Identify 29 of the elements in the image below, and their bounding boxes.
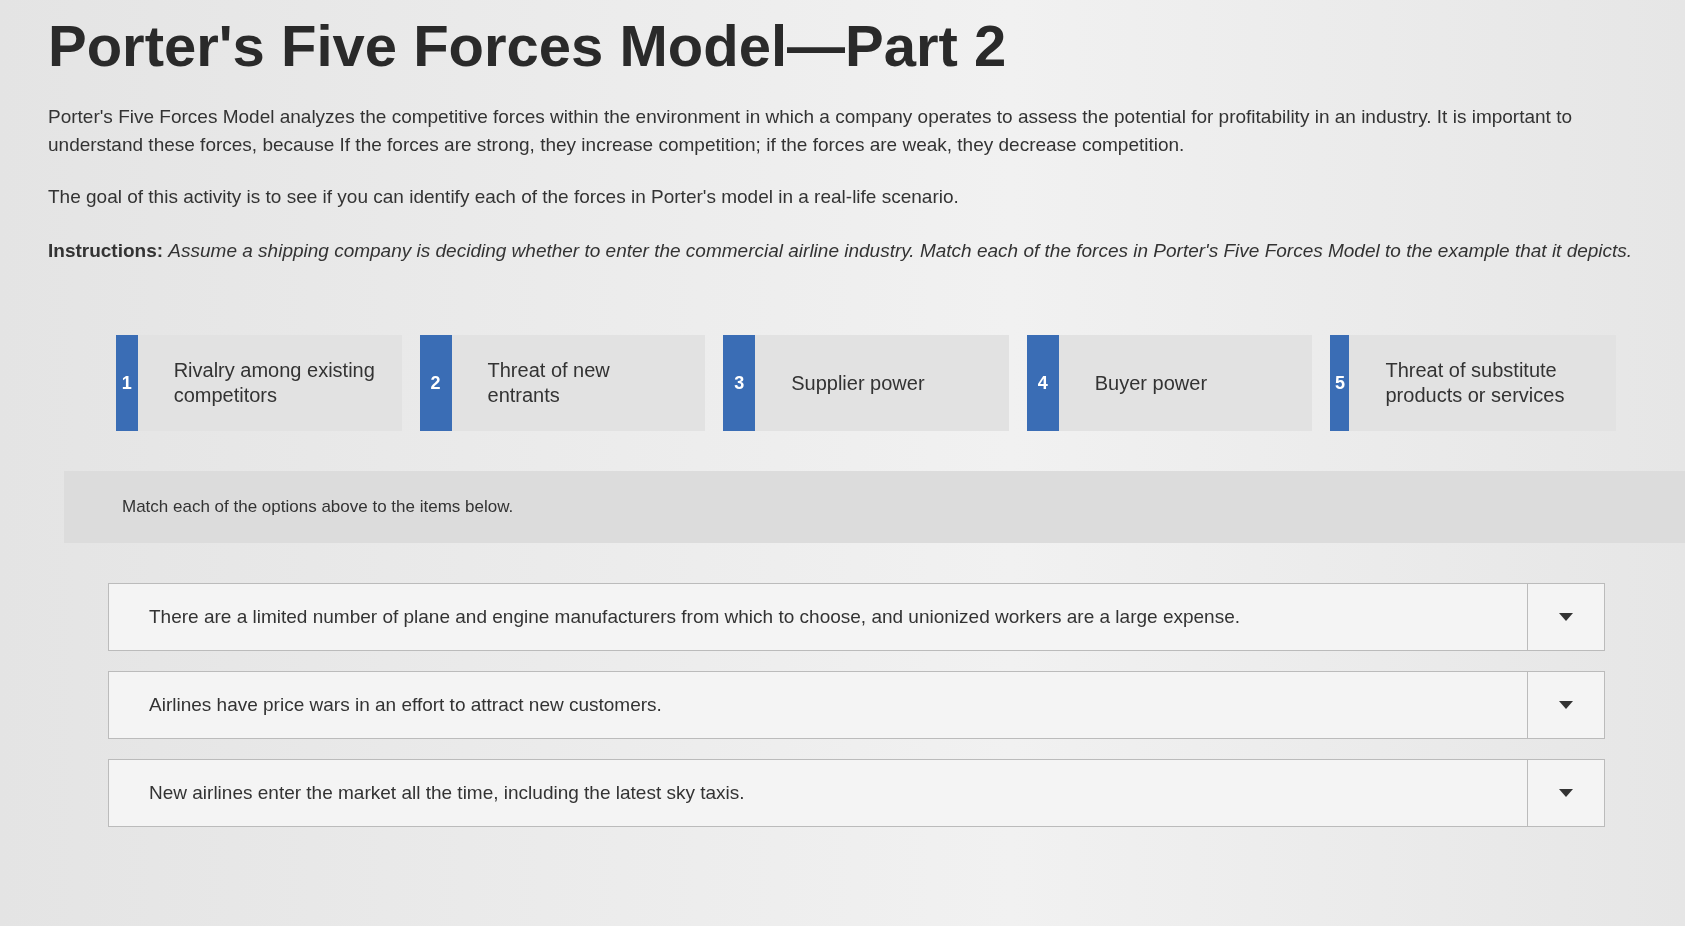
option-card[interactable]: 2 Threat of new entrants (419, 335, 706, 431)
item-text: Airlines have price wars in an effort to attract new customers. (148, 694, 663, 716)
option-label: Rivalry among existing competitors (172, 358, 376, 408)
option-card[interactable]: 1 Rivalry among existing competitors (116, 335, 402, 431)
option-label: Threat of substitute products or services (1384, 358, 1566, 408)
number-tab: 4 (1026, 335, 1059, 431)
item-text: There are a limited number of plane and engine manufacturers from which to choose, and unionized workers are a large expense. (148, 606, 1241, 628)
match-dropdown[interactable]: Airlines have price wars in an effort to attract new customers. (108, 671, 1605, 739)
match-dropdown[interactable]: New airlines enter the market all the time, including the latest sky taxis. (108, 759, 1605, 827)
number-tab: 3 (723, 335, 756, 431)
item-text: New airlines enter the market all the time, including the latest sky taxis. (148, 782, 746, 804)
paragraph: Porter's Five Forces Model analyzes the competitive forces within the environment in which a company operates to assess the potential for profitability in an industry. It is important to understand these forces, because If the forces are strong, they increase competition; if the forces are weak, they decrease competition. (48, 105, 1573, 157)
option-card[interactable]: 4 Buyer power (1026, 335, 1313, 431)
option-card[interactable]: 3 Supplier power (723, 335, 1009, 431)
caret-icon (1559, 613, 1573, 621)
match-prompt: Match each of the options above to the items below. (122, 497, 514, 517)
match-dropdown[interactable]: There are a limited number of plane and engine manufacturers from which to choose, and unionized workers are a large expense. (108, 583, 1605, 651)
number-tab: 1 (116, 335, 138, 431)
caret-icon (1559, 789, 1573, 797)
page-title: Porter's Five Forces Model—Part 2 (48, 12, 1008, 79)
option-label: Supplier power (790, 370, 926, 396)
instructions-text: Instructions: Assume a shipping company is deciding whether to enter the commercial airline industry. Match each of the forces in Porter's Five Forces Model to the example that it depicts. (48, 239, 1634, 263)
number-tab: 5 (1330, 335, 1350, 431)
number-tab: 2 (419, 335, 452, 431)
option-label: Threat of new entrants (486, 358, 611, 408)
paragraph: The goal of this activity is to see if you can identify each of the forces in Porter's model in a real-life scenario. (48, 185, 960, 209)
option-card[interactable]: 5 Threat of substitute products or services (1330, 335, 1616, 431)
option-label: Buyer power (1093, 370, 1209, 396)
caret-icon (1559, 701, 1573, 709)
